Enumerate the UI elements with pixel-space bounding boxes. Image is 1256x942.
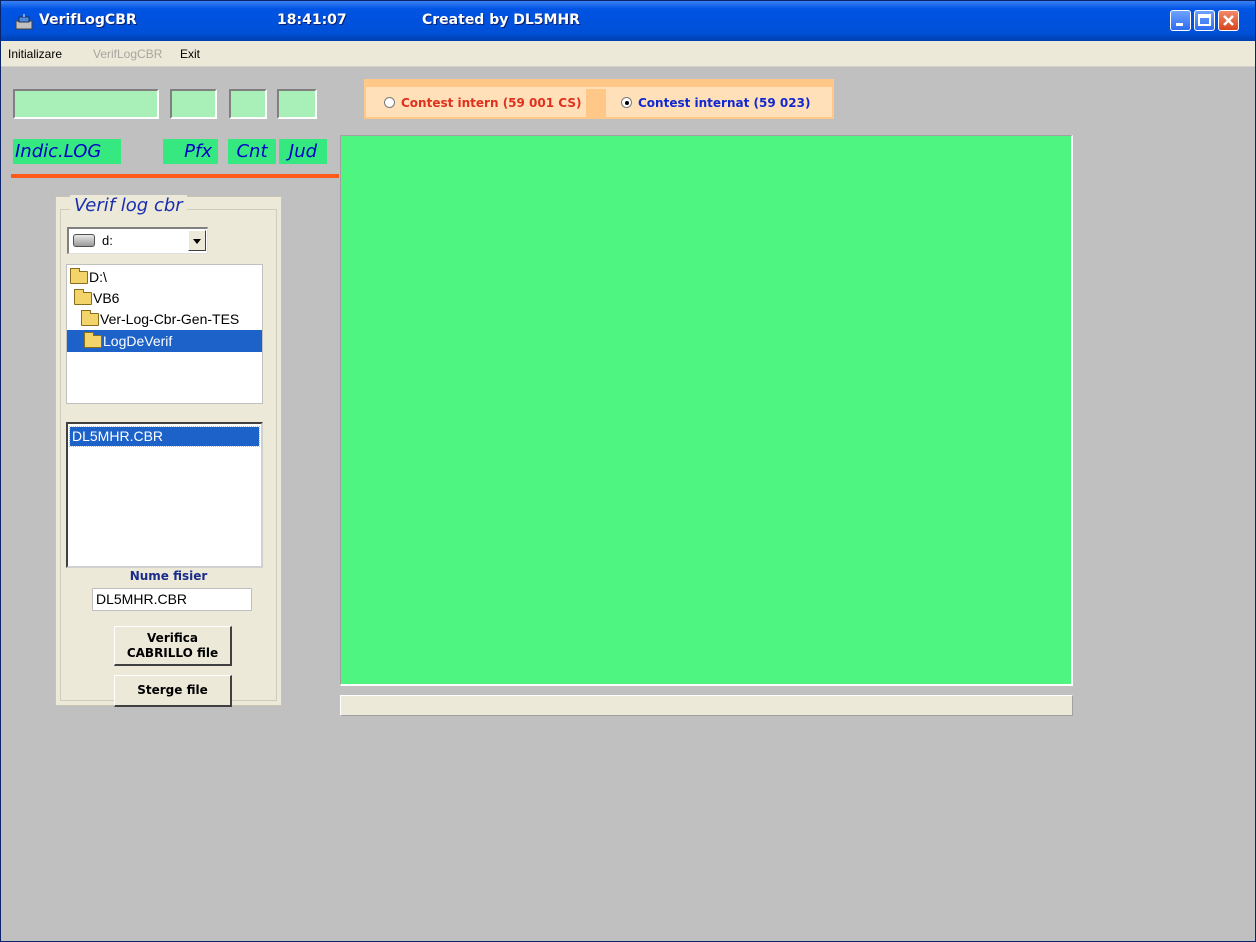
open-folder-icon [84, 332, 102, 348]
minimize-button[interactable] [1170, 10, 1191, 31]
contest-internat-label: Contest internat (59 023) [638, 96, 811, 110]
maximize-icon [1198, 14, 1211, 26]
folder-item[interactable]: VB6 [74, 287, 119, 309]
radio-circle-icon [384, 97, 395, 108]
drive-select[interactable]: d: [67, 227, 208, 254]
dropdown-arrow-icon[interactable] [188, 230, 206, 251]
directory-list[interactable]: D:\ VB6 Ver-Log-Cbr-Gen-TES LogDeVerif [66, 264, 263, 404]
file-list[interactable]: DL5MHR.CBR [66, 422, 263, 568]
prefix-input[interactable] [170, 89, 217, 119]
app-window: VerifLogCBR 18:41:07 Created by DL5MHR I… [0, 0, 1256, 942]
minimize-icon [1176, 23, 1183, 26]
folder-item[interactable]: D:\ [70, 266, 107, 288]
log-output-panel [340, 135, 1073, 686]
radio-contest-internat[interactable]: Contest internat (59 023) [621, 89, 826, 117]
radio-contest-intern[interactable]: Contest intern (59 001 CS) [384, 89, 584, 117]
clear-file-button[interactable]: Sterge file [114, 675, 232, 707]
jud-label: Jud [279, 139, 327, 164]
radio-selected-icon [621, 97, 632, 108]
app-icon [15, 14, 33, 30]
drive-icon [73, 234, 95, 247]
menu-bar: Initializare VerifLogCBR Exit [1, 41, 1255, 67]
clock-display: 18:41:07 [277, 12, 347, 28]
folder-label: D:\ [89, 269, 107, 285]
file-item-selected[interactable]: DL5MHR.CBR [69, 426, 260, 447]
separator-line [11, 174, 339, 178]
contest-intern-label: Contest intern (59 001 CS) [401, 96, 582, 110]
open-folder-icon [81, 310, 99, 326]
status-bar [340, 695, 1073, 716]
county-input[interactable] [277, 89, 317, 119]
open-folder-icon [70, 268, 88, 284]
country-input[interactable] [229, 89, 267, 119]
maximize-button[interactable] [1194, 10, 1215, 31]
verif-log-frame: Verif log cbr d: D:\ VB6 Ver-Log-Cbr-Gen… [55, 195, 282, 707]
pfx-label: Pfx [163, 139, 218, 164]
menu-initializare[interactable]: Initializare [8, 47, 62, 61]
open-folder-icon [74, 289, 92, 305]
window-title: VerifLogCBR [39, 12, 137, 28]
filename-label: Nume fisier [129, 569, 208, 583]
cnt-label: Cnt [228, 139, 276, 164]
frame-title: Verif log cbr [70, 195, 187, 216]
verify-line-1: Verifica [147, 631, 198, 645]
verify-cabrillo-button[interactable]: Verifica CABRILLO file [114, 626, 232, 666]
close-button[interactable] [1218, 10, 1239, 31]
menu-exit[interactable]: Exit [180, 47, 200, 61]
menu-veriflogcbr[interactable]: VerifLogCBR [93, 47, 162, 61]
folder-label: VB6 [93, 290, 120, 306]
callsign-input[interactable] [13, 89, 159, 119]
close-icon [1223, 15, 1234, 26]
folder-item-selected[interactable]: LogDeVerif [67, 330, 262, 352]
folder-item[interactable]: Ver-Log-Cbr-Gen-TES [81, 308, 239, 330]
folder-label: Ver-Log-Cbr-Gen-TES [100, 311, 240, 327]
credit-text: Created by DL5MHR [422, 12, 580, 28]
verify-line-2: CABRILLO file [126, 646, 219, 660]
radio-divider [586, 89, 606, 117]
filename-field[interactable]: DL5MHR.CBR [92, 588, 252, 611]
indic-log-label: Indic.LOG [13, 139, 121, 164]
title-bar[interactable]: VerifLogCBR 18:41:07 Created by DL5MHR [1, 1, 1255, 41]
folder-label: LogDeVerif [103, 333, 173, 349]
drive-value: d: [102, 233, 113, 248]
